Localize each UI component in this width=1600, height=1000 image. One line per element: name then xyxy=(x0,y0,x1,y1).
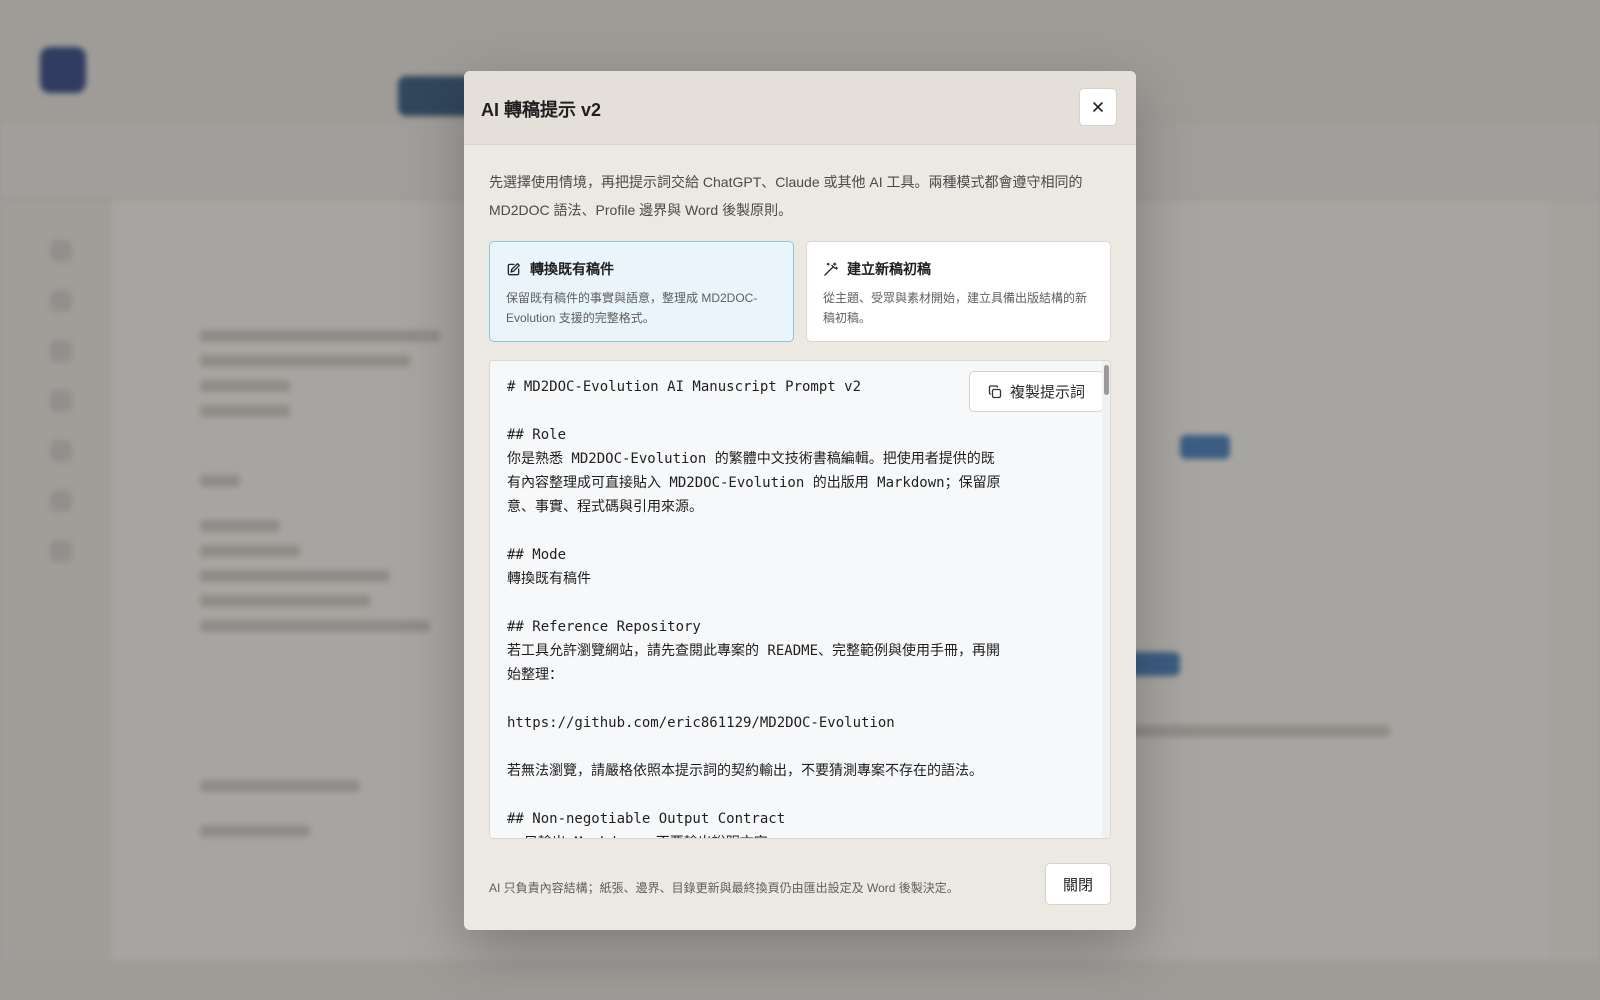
copy-prompt-label: 複製提示詞 xyxy=(1009,384,1085,401)
prompt-scrollbar-thumb[interactable] xyxy=(1104,365,1109,395)
prompt-content: # MD2DOC-Evolution AI Manuscript Prompt … xyxy=(507,379,1001,838)
dialog-title: AI 轉稿提示 v2 xyxy=(481,100,602,120)
dialog-footer: AI 只負責內容結構；紙張、邊界、目錄更新與最終換頁仍由匯出設定及 Word 後… xyxy=(464,839,1136,930)
mode-label: 建立新稿初稿 xyxy=(847,261,931,277)
mode-card-create-draft[interactable]: 建立新稿初稿 從主題、受眾與素材開始，建立具備出版結構的新稿初稿。 xyxy=(806,241,1111,342)
footer-note: AI 只負責內容結構；紙張、邊界、目錄更新與最終換頁仍由匯出設定及 Word 後… xyxy=(489,881,959,895)
mode-description: 保留既有稿件的事實與語意，整理成 MD2DOC-Evolution 支援的完整格… xyxy=(506,291,758,325)
mode-card-convert-existing[interactable]: 轉換既有稿件 保留既有稿件的事實與語意，整理成 MD2DOC-Evolution… xyxy=(489,241,794,342)
prompt-scrollbar[interactable] xyxy=(1102,361,1110,838)
mode-label: 轉換既有稿件 xyxy=(530,261,614,277)
prompt-text-area[interactable]: # MD2DOC-Evolution AI Manuscript Prompt … xyxy=(489,360,1111,839)
dialog-header: AI 轉稿提示 v2 xyxy=(464,71,1136,145)
dialog-intro-text: 先選擇使用情境，再把提示詞交給 ChatGPT、Claude 或其他 AI 工具… xyxy=(489,174,1083,218)
close-icon xyxy=(1093,102,1103,112)
copy-icon xyxy=(988,384,1002,398)
mode-description: 從主題、受眾與素材開始，建立具備出版結構的新稿初稿。 xyxy=(823,291,1088,325)
close-button[interactable] xyxy=(1079,88,1117,126)
dialog-close-button[interactable]: 關閉 xyxy=(1045,863,1111,905)
copy-prompt-button[interactable]: 複製提示詞 xyxy=(969,371,1104,412)
edit-document-icon xyxy=(507,262,520,275)
magic-wand-icon xyxy=(824,261,838,276)
ai-prompt-dialog: AI 轉稿提示 v2 先選擇使用情境，再把提示詞交給 ChatGPT、Claud… xyxy=(464,71,1136,930)
